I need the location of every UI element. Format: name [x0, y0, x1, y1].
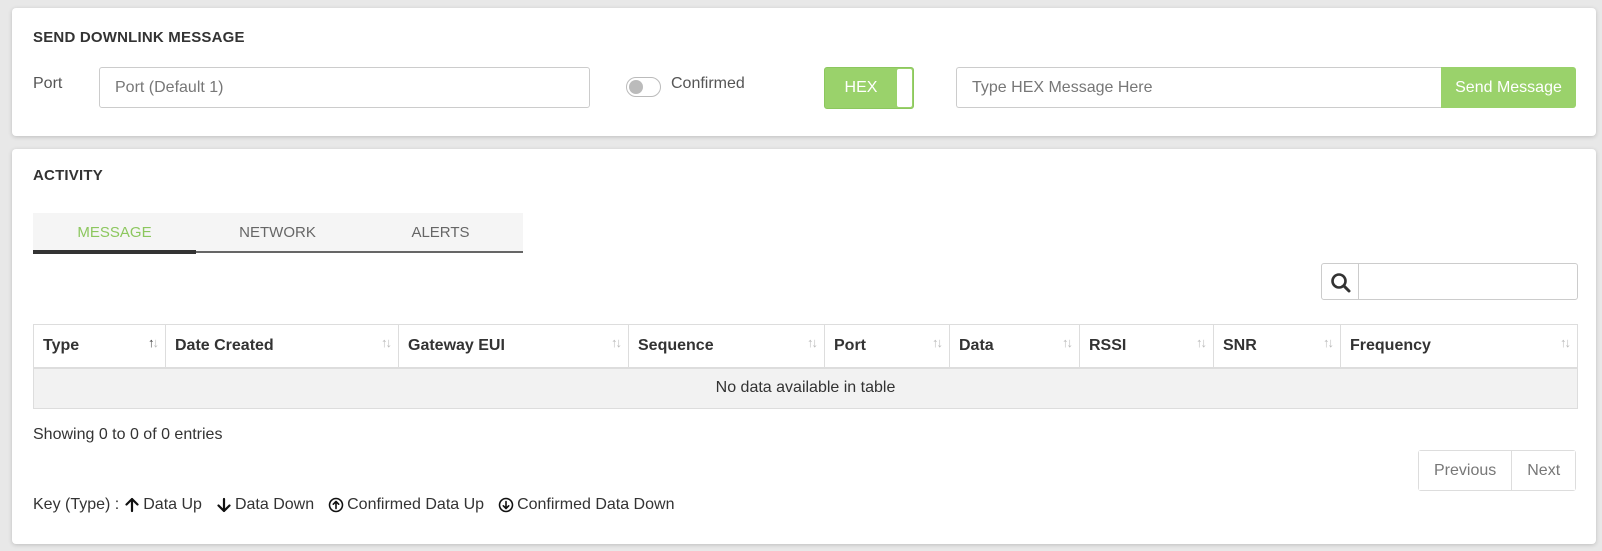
key-item-confirmed-data-up: Confirmed Data Up: [328, 496, 484, 514]
previous-page-button[interactable]: Previous: [1419, 451, 1512, 490]
key-item-data-down: Data Down: [216, 496, 314, 514]
sort-icon: ↑↓: [381, 335, 392, 350]
column-header-port[interactable]: Port ↑↓: [824, 324, 950, 369]
arrow-up-icon: [125, 497, 139, 513]
sort-icon: ↑↓: [1196, 335, 1207, 350]
pagination: Previous Next: [1418, 450, 1577, 491]
tab-message[interactable]: MESSAGE: [33, 213, 196, 254]
column-label: Data: [959, 336, 994, 354]
column-header-date-created[interactable]: Date Created ↑↓: [165, 324, 399, 369]
key-item-label: Confirmed Data Up: [347, 496, 485, 513]
sort-icon: ↑↓: [1062, 335, 1073, 350]
column-header-frequency[interactable]: Frequency ↑↓: [1340, 324, 1578, 369]
key-label: Key (Type) :: [33, 496, 120, 513]
activity-table: Type ↑↓ Date Created ↑↓ Gateway EUI ↑↓ Sequ…: [33, 324, 1578, 409]
sort-icon: ↑↓: [807, 335, 818, 350]
key-item-confirmed-data-down: Confirmed Data Down: [498, 496, 674, 514]
empty-table-message: No data available in table: [33, 367, 1578, 409]
table-search-button[interactable]: [1321, 263, 1359, 300]
downlink-title: SEND DOWNLINK MESSAGE: [33, 29, 245, 46]
tab-network[interactable]: NETWORK: [196, 213, 359, 251]
next-page-button[interactable]: Next: [1511, 451, 1576, 490]
column-header-sequence[interactable]: Sequence ↑↓: [628, 324, 825, 369]
column-label: SNR: [1223, 336, 1257, 354]
confirmed-toggle[interactable]: [626, 77, 661, 97]
sort-icon: ↑↓: [1323, 335, 1334, 350]
hex-switch-label: HEX: [844, 79, 878, 96]
activity-tabs: MESSAGE NETWORK ALERTS: [33, 213, 523, 254]
key-item-data-up: Data Up: [124, 496, 202, 514]
tab-alerts[interactable]: ALERTS: [359, 213, 522, 251]
key-item-label: Data Down: [234, 496, 315, 513]
send-message-button[interactable]: Send Message: [1441, 67, 1576, 108]
table-header-row: Type ↑↓ Date Created ↑↓ Gateway EUI ↑↓ Sequ…: [33, 324, 1578, 369]
column-header-rssi[interactable]: RSSI ↑↓: [1079, 324, 1214, 369]
column-label: Date Created: [175, 336, 274, 354]
column-label: Frequency: [1350, 336, 1431, 354]
port-label: Port: [33, 75, 63, 92]
sort-icon: ↑↓: [1560, 335, 1571, 350]
search-icon: [1331, 273, 1351, 293]
downlink-panel: SEND DOWNLINK MESSAGE Port Confirmed HEX…: [12, 8, 1596, 136]
confirmed-label: Confirmed: [671, 75, 745, 92]
column-header-gateway-eui[interactable]: Gateway EUI ↑↓: [398, 324, 629, 369]
sort-icon: ↑↓: [932, 335, 943, 350]
key-item-label: Data Up: [143, 496, 202, 513]
key-item-label: Confirmed Data Down: [517, 496, 675, 513]
column-label: Type: [43, 336, 80, 354]
type-key-legend: Key (Type) : Data Up Data Down Confirmed…: [33, 496, 688, 514]
table-row: No data available in table: [33, 367, 1578, 409]
circle-arrow-up-icon: [328, 497, 344, 513]
activity-panel: ACTIVITY MESSAGE NETWORK ALERTS Type ↑↓ D…: [12, 149, 1596, 544]
activity-title: ACTIVITY: [33, 167, 103, 184]
column-label: Port: [834, 336, 866, 354]
sort-icon: ↑↓: [611, 335, 622, 350]
port-input[interactable]: [99, 67, 590, 108]
circle-arrow-down-icon: [498, 497, 514, 513]
sort-asc-icon: ↑↓: [148, 335, 159, 350]
hex-format-switch[interactable]: HEX: [824, 67, 914, 109]
column-label: RSSI: [1089, 336, 1127, 354]
column-label: Sequence: [638, 336, 714, 354]
table-info: Showing 0 to 0 of 0 entries: [33, 426, 223, 443]
column-header-type[interactable]: Type ↑↓: [33, 324, 166, 369]
column-header-data[interactable]: Data ↑↓: [949, 324, 1080, 369]
column-header-snr[interactable]: SNR ↑↓: [1213, 324, 1341, 369]
table-search-input[interactable]: [1358, 263, 1578, 300]
hex-switch-handle: [897, 69, 912, 107]
column-label: Gateway EUI: [408, 336, 505, 354]
toggle-knob: [629, 80, 643, 94]
hex-message-input[interactable]: [956, 67, 1442, 108]
arrow-down-icon: [217, 497, 231, 513]
